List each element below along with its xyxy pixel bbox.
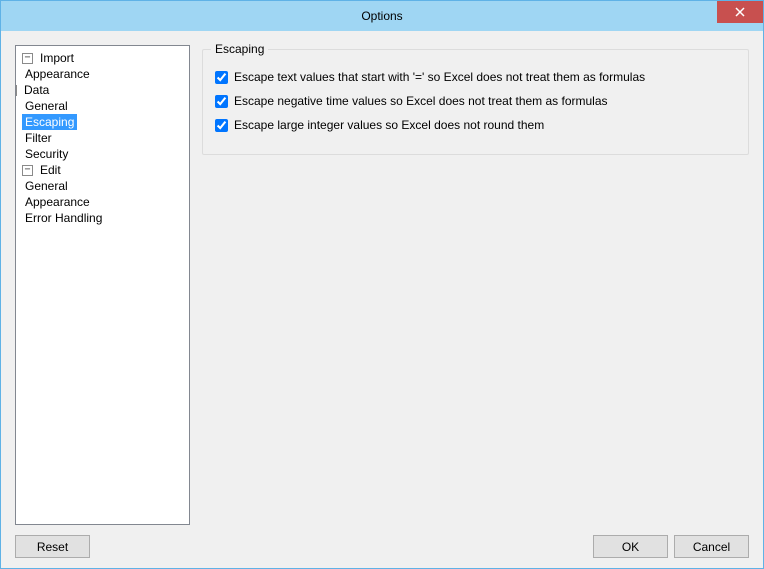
check-label-escape-equals: Escape text values that start with '=' s… — [234, 70, 645, 84]
close-icon — [735, 7, 745, 17]
tree-node-edit-general[interactable]: General — [18, 178, 187, 194]
close-button[interactable] — [717, 1, 763, 23]
tree-node-filter[interactable]: Filter — [18, 130, 187, 146]
cancel-button[interactable]: Cancel — [674, 535, 749, 558]
check-escape-negative-time[interactable]: Escape negative time values so Excel doe… — [215, 94, 736, 108]
ok-button[interactable]: OK — [593, 535, 668, 558]
escaping-groupbox: Escaping Escape text values that start w… — [202, 49, 749, 155]
tree-toggle-import[interactable]: − — [22, 53, 33, 64]
tree-node-edit-appearance[interactable]: Appearance — [18, 194, 187, 210]
groupbox-title: Escaping — [211, 42, 268, 56]
tree-label-edit-appearance[interactable]: Appearance — [22, 194, 93, 210]
content-panel: Escaping Escape text values that start w… — [202, 45, 749, 525]
check-escape-large-int[interactable]: Escape large integer values so Excel doe… — [215, 118, 736, 132]
tree-node-data-general[interactable]: General — [18, 98, 187, 114]
checkbox-escape-equals[interactable] — [215, 71, 228, 84]
options-window: Options − Import Appearanc — [0, 0, 764, 569]
tree-node-edit[interactable]: − Edit General Appearance — [18, 162, 187, 226]
tree-label-security[interactable]: Security — [22, 146, 71, 162]
window-title: Options — [361, 9, 402, 23]
tree-node-data-escaping[interactable]: Escaping — [18, 114, 187, 130]
tree-label-data-general[interactable]: General — [22, 98, 71, 114]
button-row: Reset OK Cancel — [15, 535, 749, 558]
tree-node-data[interactable]: − Data General — [18, 82, 187, 130]
nav-tree[interactable]: − Import Appearance − — [15, 45, 190, 525]
tree-label-filter[interactable]: Filter — [22, 130, 55, 146]
tree-toggle-data[interactable]: − — [15, 85, 17, 96]
tree-node-edit-errorhandling[interactable]: Error Handling — [18, 210, 187, 226]
tree-node-import-appearance[interactable]: Appearance — [18, 66, 187, 82]
check-label-escape-large-int: Escape large integer values so Excel doe… — [234, 118, 544, 132]
reset-button[interactable]: Reset — [15, 535, 90, 558]
checkbox-escape-large-int[interactable] — [215, 119, 228, 132]
tree-node-import[interactable]: − Import Appearance − — [18, 50, 187, 162]
tree-label-data-escaping[interactable]: Escaping — [22, 114, 77, 130]
tree-label-edit-errorhandling[interactable]: Error Handling — [22, 210, 105, 226]
body-area: − Import Appearance − — [15, 45, 749, 525]
client-area: − Import Appearance − — [1, 31, 763, 568]
checkbox-escape-negative-time[interactable] — [215, 95, 228, 108]
tree-label-import[interactable]: Import — [37, 50, 77, 66]
tree-label-edit-general[interactable]: General — [22, 178, 71, 194]
tree-label-import-appearance[interactable]: Appearance — [22, 66, 93, 82]
tree-toggle-edit[interactable]: − — [22, 165, 33, 176]
check-escape-equals[interactable]: Escape text values that start with '=' s… — [215, 70, 736, 84]
tree-label-data[interactable]: Data — [21, 82, 52, 98]
tree-label-edit[interactable]: Edit — [37, 162, 64, 178]
titlebar: Options — [1, 1, 763, 31]
tree-node-security[interactable]: Security — [18, 146, 187, 162]
check-label-escape-negative-time: Escape negative time values so Excel doe… — [234, 94, 608, 108]
